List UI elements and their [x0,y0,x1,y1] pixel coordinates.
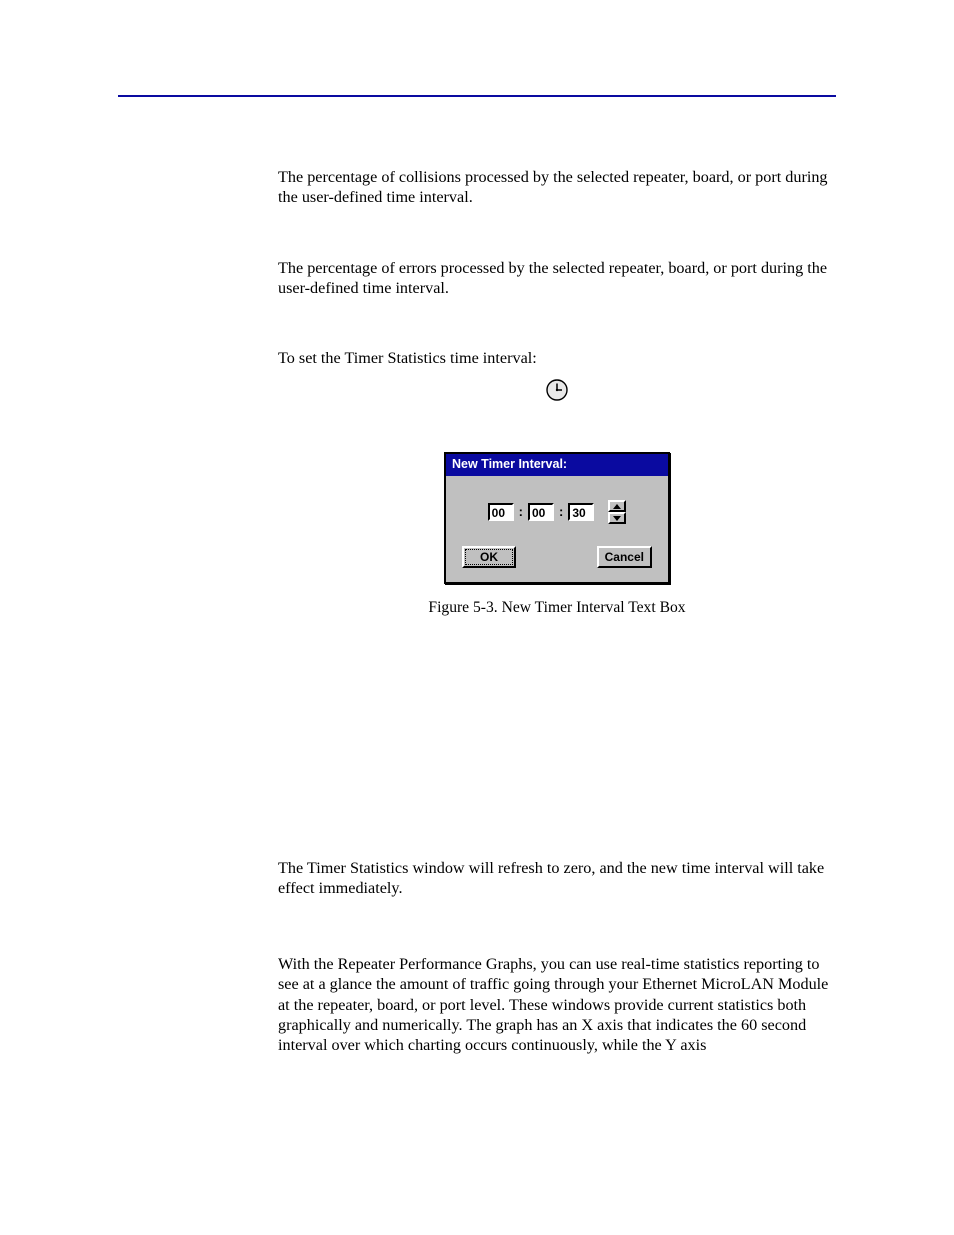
figure-caption: Figure 5-3. New Timer Interval Text Box [278,598,836,617]
cancel-button[interactable]: Cancel [597,546,652,568]
paragraph-errors: The percentage of errors processed by th… [278,258,836,299]
time-separator: : [518,504,524,520]
paragraph-performance-graphs: With the Repeater Performance Graphs, yo… [278,954,836,1055]
spinner-down-button[interactable] [608,512,626,524]
clock-icon [545,378,569,402]
time-separator: : [558,504,564,520]
paragraph-collisions: The percentage of collisions processed b… [278,167,836,208]
new-timer-interval-dialog: New Timer Interval: 00 : 00 : 30 [444,452,670,585]
spinner-control [608,500,626,524]
time-input-row: 00 : 00 : 30 [460,500,654,524]
header-rule [118,95,836,97]
seconds-field[interactable]: 30 [568,503,594,521]
hours-field[interactable]: 00 [488,503,514,521]
ok-button[interactable]: OK [462,546,516,568]
paragraph-refresh: The Timer Statistics window will refresh… [278,858,836,899]
dialog-title: New Timer Interval: [446,454,668,477]
instruction-text: To set the Timer Statistics time interva… [278,348,836,368]
spinner-up-button[interactable] [608,500,626,512]
minutes-field[interactable]: 00 [528,503,554,521]
